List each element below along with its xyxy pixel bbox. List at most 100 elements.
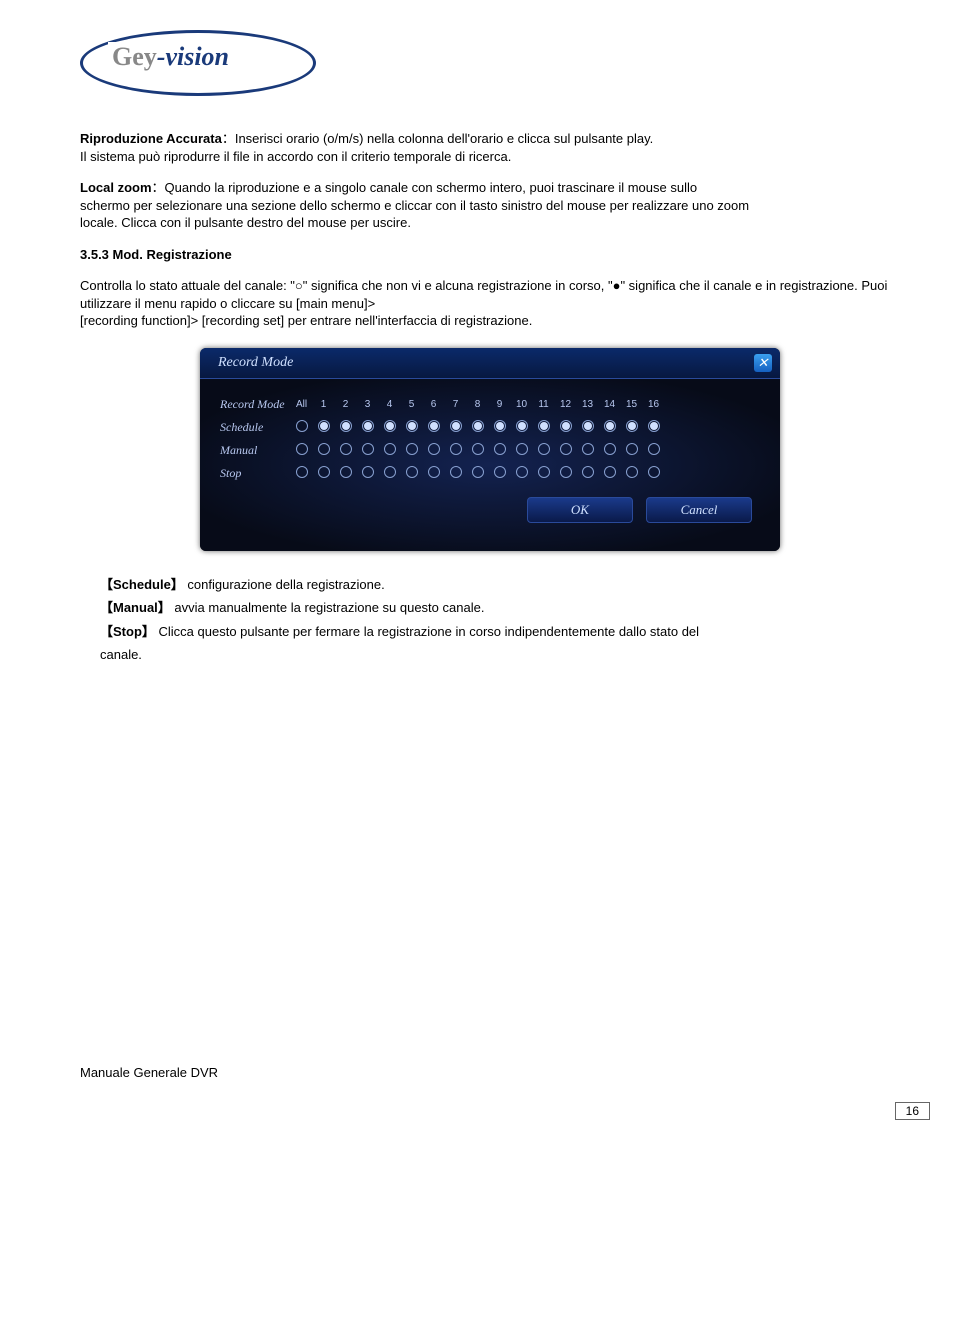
radio-schedule-16[interactable] — [648, 420, 660, 432]
radio-schedule-7[interactable] — [450, 420, 462, 432]
col-8: 8 — [467, 393, 489, 416]
radio-stop-13[interactable] — [582, 466, 594, 478]
col-3: 3 — [357, 393, 379, 416]
radio-schedule-8[interactable] — [472, 420, 484, 432]
radio-stop-4[interactable] — [384, 466, 396, 478]
section-text: Controlla lo stato attuale del canale: "… — [80, 277, 900, 330]
radio-all-manual[interactable] — [296, 443, 308, 455]
col-6: 6 — [423, 393, 445, 416]
section-text1: Controlla lo stato attuale del canale: "… — [80, 278, 887, 311]
radio-schedule-9[interactable] — [494, 420, 506, 432]
radio-schedule-4[interactable] — [384, 420, 396, 432]
radio-manual-15[interactable] — [626, 443, 638, 455]
dialog-actions: OK Cancel — [214, 485, 766, 537]
radio-schedule-11[interactable] — [538, 420, 550, 432]
radio-manual-12[interactable] — [560, 443, 572, 455]
radio-manual-8[interactable] — [472, 443, 484, 455]
radio-schedule-3[interactable] — [362, 420, 374, 432]
radio-manual-4[interactable] — [384, 443, 396, 455]
radio-schedule-13[interactable] — [582, 420, 594, 432]
radio-all-schedule[interactable] — [296, 420, 308, 432]
text-localzoom3: locale. Clicca con il pulsante destro de… — [80, 215, 411, 230]
radio-stop-5[interactable] — [406, 466, 418, 478]
radio-stop-2[interactable] — [340, 466, 352, 478]
def-schedule-bracket: 【Schedule】 — [100, 577, 184, 592]
radio-all-stop[interactable] — [296, 466, 308, 478]
table-header-label: Record Mode — [214, 393, 291, 416]
table-row: Schedule — [214, 416, 665, 439]
radio-manual-3[interactable] — [362, 443, 374, 455]
radio-stop-12[interactable] — [560, 466, 572, 478]
col-10: 10 — [511, 393, 533, 416]
table-row: Manual — [214, 439, 665, 462]
record-mode-dialog: Record Mode ✕ Record ModeAll123456789101… — [200, 348, 780, 551]
radio-stop-8[interactable] — [472, 466, 484, 478]
radio-stop-1[interactable] — [318, 466, 330, 478]
row-label-schedule: Schedule — [214, 416, 291, 439]
radio-manual-11[interactable] — [538, 443, 550, 455]
radio-manual-10[interactable] — [516, 443, 528, 455]
def-stop-bracket: 【Stop】 — [100, 624, 155, 639]
radio-schedule-12[interactable] — [560, 420, 572, 432]
radio-schedule-6[interactable] — [428, 420, 440, 432]
radio-schedule-2[interactable] — [340, 420, 352, 432]
def-stop: 【Stop】 Clicca questo pulsante per fermar… — [100, 622, 880, 642]
section-text2: [recording function]> [recording set] pe… — [80, 313, 532, 328]
radio-manual-5[interactable] — [406, 443, 418, 455]
document-page: Gey-vision Riproduzione Accurata：Inseris… — [0, 0, 960, 1110]
paragraph-riproduzione: Riproduzione Accurata：Inserisci orario (… — [80, 130, 900, 165]
radio-stop-10[interactable] — [516, 466, 528, 478]
row-label-manual: Manual — [214, 439, 291, 462]
radio-manual-14[interactable] — [604, 443, 616, 455]
radio-schedule-14[interactable] — [604, 420, 616, 432]
cancel-button[interactable]: Cancel — [646, 497, 752, 523]
radio-stop-15[interactable] — [626, 466, 638, 478]
radio-schedule-15[interactable] — [626, 420, 638, 432]
radio-stop-11[interactable] — [538, 466, 550, 478]
radio-manual-6[interactable] — [428, 443, 440, 455]
dialog-titlebar: Record Mode ✕ — [200, 348, 780, 379]
radio-manual-9[interactable] — [494, 443, 506, 455]
main-content: Riproduzione Accurata：Inserisci orario (… — [80, 130, 900, 1080]
paragraph-localzoom: Local zoom：Quando la riproduzione e a si… — [80, 179, 900, 232]
col-1: 1 — [313, 393, 335, 416]
dialog-body: Record ModeAll12345678910111213141516 Sc… — [200, 379, 780, 551]
radio-stop-16[interactable] — [648, 466, 660, 478]
logo-text-grey: Gey — [112, 42, 157, 71]
radio-manual-1[interactable] — [318, 443, 330, 455]
footer-text: Manuale Generale DVR — [80, 1065, 900, 1080]
col-2: 2 — [335, 393, 357, 416]
radio-stop-14[interactable] — [604, 466, 616, 478]
col-4: 4 — [379, 393, 401, 416]
radio-manual-13[interactable] — [582, 443, 594, 455]
dialog-title-text: Record Mode — [208, 355, 293, 371]
logo-text-blue: vision — [165, 42, 229, 71]
row-label-stop: Stop — [214, 462, 291, 485]
def-schedule-text: configurazione della registrazione. — [187, 577, 384, 592]
radio-stop-3[interactable] — [362, 466, 374, 478]
radio-stop-6[interactable] — [428, 466, 440, 478]
def-stop-text: Clicca questo pulsante per fermare la re… — [159, 624, 700, 639]
text-riproduzione: ：Inserisci orario (o/m/s) nella colonna … — [222, 131, 653, 146]
page-footer: Manuale Generale DVR 16 — [80, 1065, 900, 1080]
radio-manual-7[interactable] — [450, 443, 462, 455]
ok-button[interactable]: OK — [527, 497, 633, 523]
table-row: Stop — [214, 462, 665, 485]
radio-schedule-1[interactable] — [318, 420, 330, 432]
def-stop-text2: canale. — [100, 647, 142, 662]
def-manual-text: avvia manualmente la registrazione su qu… — [174, 600, 484, 615]
page-number: 16 — [895, 1102, 930, 1120]
radio-manual-16[interactable] — [648, 443, 660, 455]
col-13: 13 — [577, 393, 599, 416]
radio-manual-2[interactable] — [340, 443, 352, 455]
close-icon[interactable]: ✕ — [754, 354, 772, 372]
col-7: 7 — [445, 393, 467, 416]
col-12: 12 — [555, 393, 577, 416]
logo-text: Gey-vision — [108, 42, 233, 72]
radio-schedule-10[interactable] — [516, 420, 528, 432]
col-9: 9 — [489, 393, 511, 416]
radio-schedule-5[interactable] — [406, 420, 418, 432]
radio-stop-7[interactable] — [450, 466, 462, 478]
label-localzoom: Local zoom — [80, 180, 152, 195]
radio-stop-9[interactable] — [494, 466, 506, 478]
